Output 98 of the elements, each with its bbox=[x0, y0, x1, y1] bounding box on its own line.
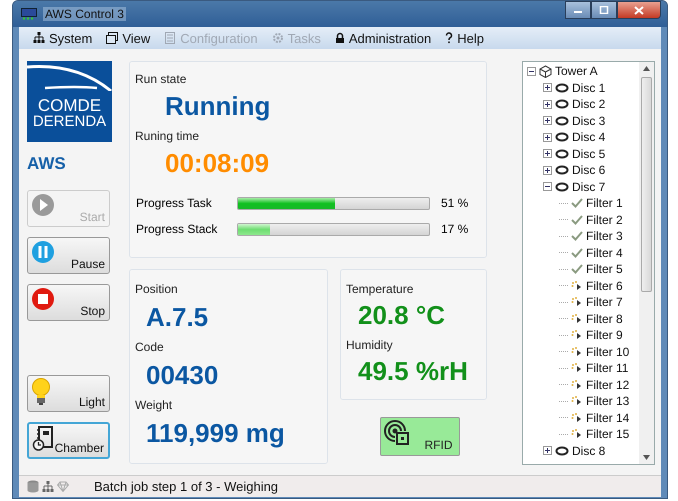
help-icon bbox=[445, 32, 454, 44]
disc-icon bbox=[555, 132, 569, 142]
tree-item[interactable]: Filter 1 bbox=[586, 196, 623, 210]
climate-value: 20.8 °C bbox=[357, 300, 446, 330]
progress-reading: 51 % bbox=[441, 196, 468, 210]
disc-icon bbox=[555, 116, 569, 126]
disc-icon bbox=[555, 182, 569, 192]
expander-icon[interactable] bbox=[543, 100, 552, 109]
pause-icon bbox=[31, 240, 55, 264]
expander-icon[interactable] bbox=[543, 166, 552, 175]
company-logo: COMDE DERENDA bbox=[27, 61, 112, 142]
chamber-button[interactable]: Chamber bbox=[27, 422, 110, 459]
network-icon bbox=[42, 480, 54, 492]
progress-label: Progress Task bbox=[135, 196, 213, 210]
tree-item[interactable]: Disc 7 bbox=[572, 180, 606, 194]
climate-label: Humidity bbox=[345, 338, 394, 352]
app-icon bbox=[21, 8, 37, 20]
tree-item[interactable]: Filter 14 bbox=[586, 410, 630, 425]
light-bulb-icon bbox=[31, 378, 51, 406]
minimize-button[interactable] bbox=[565, 1, 591, 19]
tree-item[interactable]: Filter 11 bbox=[586, 361, 628, 376]
tree-item[interactable]: Filter 3 bbox=[586, 229, 623, 244]
tree-item[interactable]: Filter 13 bbox=[586, 394, 630, 408]
stop-button[interactable]: Stop bbox=[27, 284, 110, 321]
field-label: Weight bbox=[134, 398, 174, 412]
network-icon bbox=[33, 32, 45, 44]
status-text: Batch job step 1 of 3 - Weighing bbox=[94, 479, 278, 494]
document-icon bbox=[164, 32, 176, 44]
rfid-icon bbox=[382, 419, 410, 445]
tree-item[interactable]: Filter 7 bbox=[586, 295, 623, 310]
tree-item[interactable]: Disc 6 bbox=[572, 163, 606, 178]
play-icon bbox=[31, 193, 55, 217]
scroll-up-icon[interactable] bbox=[643, 66, 650, 71]
tree-item[interactable]: Disc 2 bbox=[572, 97, 606, 112]
menu-item[interactable]: System bbox=[27, 28, 98, 48]
expander-icon[interactable] bbox=[543, 116, 552, 126]
climate-label: Temperature bbox=[345, 282, 414, 296]
tree-item[interactable]: Filter 5 bbox=[586, 262, 623, 276]
field-value: 119,999 mg bbox=[145, 418, 286, 448]
expander-icon[interactable] bbox=[543, 132, 552, 142]
climate-value: 49.5 %rH bbox=[357, 356, 469, 386]
menu-item[interactable]: Help bbox=[439, 28, 490, 48]
tree-item[interactable]: Disc 4 bbox=[572, 130, 606, 144]
light-button[interactable]: Light bbox=[27, 375, 110, 412]
scroll-down-icon[interactable] bbox=[643, 455, 650, 460]
menu-item[interactable]: View bbox=[100, 28, 156, 48]
window-title: AWS Control 3 bbox=[43, 7, 126, 21]
tree-item[interactable]: Tower A bbox=[555, 64, 598, 78]
tree-item[interactable]: Filter 10 bbox=[586, 344, 630, 359]
run-state-label: Run state bbox=[134, 72, 188, 86]
expander-icon[interactable] bbox=[543, 446, 552, 456]
gem-icon bbox=[57, 481, 69, 492]
pause-button[interactable]: Pause bbox=[27, 237, 110, 274]
tree-item[interactable]: Disc 1 bbox=[572, 80, 606, 95]
maximize-button[interactable] bbox=[591, 1, 617, 19]
expander-icon[interactable] bbox=[543, 83, 552, 92]
tree-item[interactable]: Filter 12 bbox=[586, 378, 630, 392]
stop-icon bbox=[31, 287, 55, 311]
tree-item[interactable]: Filter 9 bbox=[586, 328, 623, 342]
disc-icon bbox=[555, 446, 569, 456]
tree-item[interactable]: Filter 4 bbox=[586, 246, 623, 260]
disc-icon bbox=[555, 148, 569, 159]
expander-icon[interactable] bbox=[543, 149, 552, 158]
gear-icon bbox=[272, 32, 284, 44]
maximize-icon bbox=[599, 6, 609, 14]
scroll-thumb[interactable] bbox=[641, 77, 652, 292]
field-value: A.7.5 bbox=[145, 302, 210, 332]
menu-item[interactable]: Administration bbox=[328, 28, 438, 48]
progress-label: Progress Stack bbox=[135, 222, 218, 236]
cube-icon bbox=[539, 64, 552, 78]
field-label: Code bbox=[134, 340, 165, 354]
progress-reading: 17 % bbox=[441, 222, 468, 236]
expander-icon[interactable] bbox=[527, 66, 536, 76]
tree-item[interactable]: Filter 8 bbox=[586, 312, 623, 326]
tree-item[interactable]: Filter 15 bbox=[586, 427, 630, 442]
chamber-clock-icon bbox=[32, 426, 56, 452]
disc-icon bbox=[555, 82, 569, 93]
tree-item[interactable]: Disc 8 bbox=[572, 444, 606, 458]
tree-item[interactable]: Filter 2 bbox=[586, 212, 623, 227]
field-label: Position bbox=[134, 282, 179, 296]
windows-icon bbox=[106, 32, 118, 44]
rfid-button[interactable]: RFID bbox=[380, 417, 460, 456]
tree-item[interactable]: Disc 5 bbox=[572, 146, 606, 161]
database-icon bbox=[27, 480, 39, 493]
running-time-label: Runing time bbox=[134, 129, 200, 143]
tree-item[interactable]: Disc 3 bbox=[572, 114, 606, 128]
field-value: 00430 bbox=[145, 360, 220, 390]
scrollbar[interactable] bbox=[639, 62, 654, 464]
running-time-value: 00:08:09 bbox=[164, 148, 270, 178]
disc-icon bbox=[555, 99, 569, 110]
tree-item[interactable]: Filter 6 bbox=[586, 278, 623, 293]
disc-icon bbox=[555, 165, 569, 176]
app-name: AWS bbox=[27, 154, 67, 174]
close-icon bbox=[634, 6, 644, 14]
run-state-value: Running bbox=[164, 91, 272, 121]
lock-icon bbox=[334, 32, 345, 44]
close-button[interactable] bbox=[617, 1, 661, 19]
expander-icon[interactable] bbox=[543, 182, 552, 192]
